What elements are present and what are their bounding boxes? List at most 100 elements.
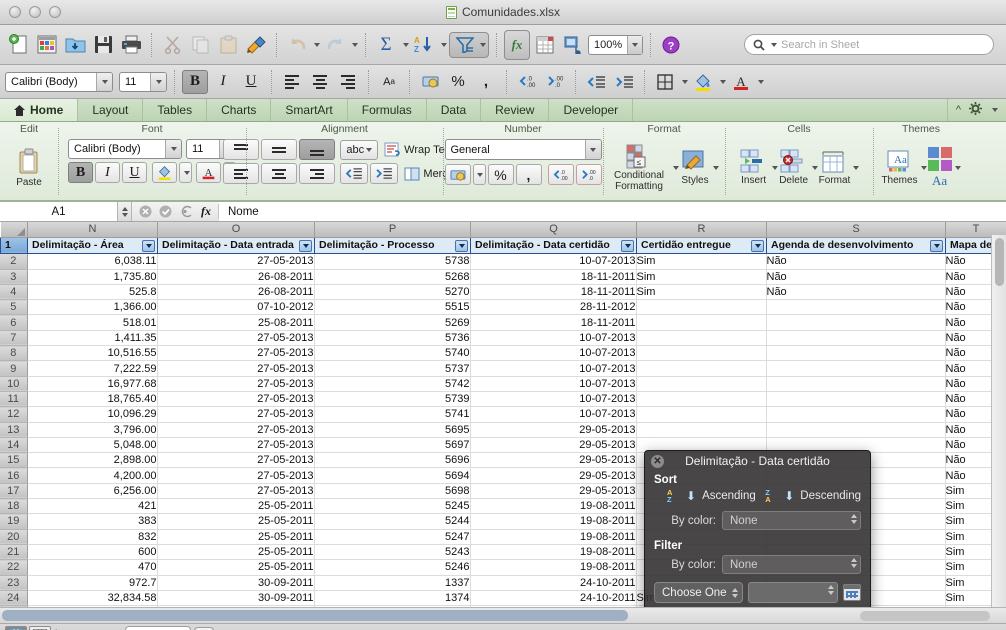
grid-cell[interactable]: 470 xyxy=(27,559,158,576)
grid-cell[interactable]: 19-08-2011 xyxy=(470,498,637,515)
row-header[interactable]: 25 xyxy=(0,605,28,607)
sort-by-color-select[interactable]: None xyxy=(722,511,861,530)
filter-arrow-agenda[interactable] xyxy=(930,239,943,252)
row-header[interactable]: 22 xyxy=(0,559,28,576)
grid-cell[interactable]: 1375 xyxy=(314,605,471,607)
decrease-decimal-icon[interactable]: .00.0 xyxy=(542,70,568,94)
table-row[interactable]: 10 16,977.68 27-05-2013 5742 10-07-2013 Não xyxy=(0,376,1006,392)
fill-color-icon[interactable] xyxy=(690,70,716,94)
ribbon-font-name-dropdown-icon[interactable] xyxy=(165,140,181,158)
grid-cell[interactable]: 29-05-2013 xyxy=(470,483,637,500)
formula-input[interactable]: Nome xyxy=(219,202,1006,221)
help-icon[interactable]: ? xyxy=(658,30,684,60)
filter-icon[interactable] xyxy=(452,30,478,60)
font-size-dropdown-icon[interactable] xyxy=(150,72,166,91)
row-header[interactable]: 15 xyxy=(0,452,28,469)
row-header[interactable]: 20 xyxy=(0,529,28,545)
grid-cell[interactable]: 5694 xyxy=(314,467,471,484)
horizontal-scroll-thumb-left[interactable] xyxy=(2,610,628,621)
grid-cell[interactable]: 5738 xyxy=(314,253,471,270)
grid-cell[interactable]: 18-11-2011 xyxy=(470,314,637,331)
grid-cell[interactable]: 5247 xyxy=(314,529,471,545)
grid-cell[interactable] xyxy=(766,376,946,392)
open-template-icon[interactable] xyxy=(34,30,60,60)
grid-cell[interactable]: 30-09-2011 xyxy=(157,575,315,591)
print-icon[interactable] xyxy=(118,30,144,60)
ribbon-underline-button[interactable]: U xyxy=(122,162,147,183)
grid-cell[interactable]: 27-05-2013 xyxy=(157,391,315,408)
row-header[interactable]: 13 xyxy=(0,422,28,438)
themes-button[interactable]: Aa Themes xyxy=(881,149,918,187)
copy-icon[interactable] xyxy=(187,30,213,60)
row-header[interactable]: 19 xyxy=(0,513,28,530)
select-all-corner[interactable] xyxy=(0,222,28,238)
ribbon-increase-indent-icon[interactable] xyxy=(370,163,399,184)
row-header[interactable]: 10 xyxy=(0,376,28,392)
row-header[interactable]: 12 xyxy=(0,406,28,423)
font-name-dropdown-icon[interactable] xyxy=(96,72,112,91)
search-in-sheet-box[interactable]: Search in Sheet xyxy=(744,34,994,55)
grid-cell[interactable]: Não xyxy=(766,269,946,285)
row-header[interactable]: 23 xyxy=(0,575,28,591)
merge-icon[interactable] xyxy=(404,167,420,181)
ribbon-font-color-icon[interactable]: A xyxy=(196,162,221,183)
filter-value-stepper-icon[interactable] xyxy=(828,585,834,595)
grid-cell[interactable]: 25-05-2011 xyxy=(157,559,315,576)
filter-arrow-processo[interactable] xyxy=(455,239,468,252)
grid-cell[interactable]: 19-08-2011 xyxy=(470,544,637,561)
column-header-s[interactable]: S xyxy=(766,222,946,238)
new-document-icon[interactable] xyxy=(6,30,32,60)
grid-cell[interactable]: 5246 xyxy=(314,559,471,576)
underline-button[interactable]: U xyxy=(238,70,264,94)
grid-cell[interactable]: 5742 xyxy=(314,376,471,392)
grid-cell[interactable]: Não xyxy=(766,284,946,301)
grid-cell[interactable]: 5737 xyxy=(314,360,471,377)
grid-cell[interactable]: 5696 xyxy=(314,452,471,469)
filter-dropdown-icon[interactable] xyxy=(480,42,486,47)
currency-format-icon[interactable] xyxy=(417,70,443,94)
grid-cell[interactable]: 25-05-2011 xyxy=(157,498,315,515)
column-header-q[interactable]: Q xyxy=(470,222,637,238)
formula-expand-icon[interactable] xyxy=(179,205,194,218)
ribbon-fill-color-icon[interactable] xyxy=(152,162,177,183)
row-header[interactable]: 2 xyxy=(0,253,28,270)
table-row[interactable]: 12 10,096.29 27-05-2013 5741 10-07-2013 Não xyxy=(0,406,1006,423)
autosum-dropdown-icon[interactable] xyxy=(403,42,409,47)
row-header[interactable]: 14 xyxy=(0,437,28,454)
grid-cell[interactable]: 18,765.40 xyxy=(27,391,158,408)
grid-cell[interactable]: 26-08-2011 xyxy=(157,269,315,285)
ribbon-align-left-button[interactable] xyxy=(223,163,260,184)
row-header-1[interactable]: 1 xyxy=(0,236,28,254)
ribbon-fill-color-dropdown-icon[interactable] xyxy=(179,162,192,183)
ribbon-percent-button[interactable]: % xyxy=(487,164,514,185)
grid-cell[interactable]: 1337 xyxy=(314,575,471,591)
grid-cell[interactable]: 832 xyxy=(27,529,158,545)
grid-cell[interactable]: 14-10-2011 xyxy=(157,605,315,607)
ribbon-align-center-button[interactable] xyxy=(261,163,298,184)
table-row[interactable]: 6 518.01 25-08-2011 5269 18-11-2011 Não xyxy=(0,314,1006,331)
vertical-scrollbar[interactable] xyxy=(991,235,1006,607)
format-dropdown-icon[interactable] xyxy=(853,166,860,170)
ribbon-decrease-decimal-icon[interactable]: .00.0 xyxy=(575,164,602,185)
row-header[interactable]: 5 xyxy=(0,299,28,316)
filter-header-data-entrada[interactable]: Delimitação - Data entrada xyxy=(157,236,315,254)
grid-cell[interactable] xyxy=(766,345,946,362)
font-color-dropdown-icon[interactable] xyxy=(758,79,764,84)
grid-cell[interactable]: 10-07-2013 xyxy=(470,360,637,377)
grid-cell[interactable] xyxy=(636,406,767,423)
grid-cell[interactable]: 5270 xyxy=(314,284,471,301)
vertical-scroll-thumb[interactable] xyxy=(995,238,1004,286)
search-scope-dropdown-icon[interactable] xyxy=(771,42,777,47)
ribbon-increase-decimal-icon[interactable]: .0.00 xyxy=(547,164,574,185)
filter-condition-select[interactable]: Choose One xyxy=(654,582,743,603)
grid-cell[interactable]: 5697 xyxy=(314,437,471,454)
align-top-button[interactable] xyxy=(223,139,260,160)
grid-cell[interactable]: 29-05-2013 xyxy=(470,452,637,469)
filter-header-processo[interactable]: Delimitação - Processo xyxy=(314,236,471,254)
horizontal-scroll-track-right[interactable] xyxy=(630,610,990,621)
number-format-dropdown-icon[interactable] xyxy=(584,140,601,159)
grid-cell[interactable]: 28-11-2012 xyxy=(470,299,637,316)
grid-cell[interactable] xyxy=(636,391,767,408)
theme-fonts-label[interactable]: Aa xyxy=(932,173,947,189)
grid-cell[interactable]: 10-07-2013 xyxy=(470,330,637,347)
